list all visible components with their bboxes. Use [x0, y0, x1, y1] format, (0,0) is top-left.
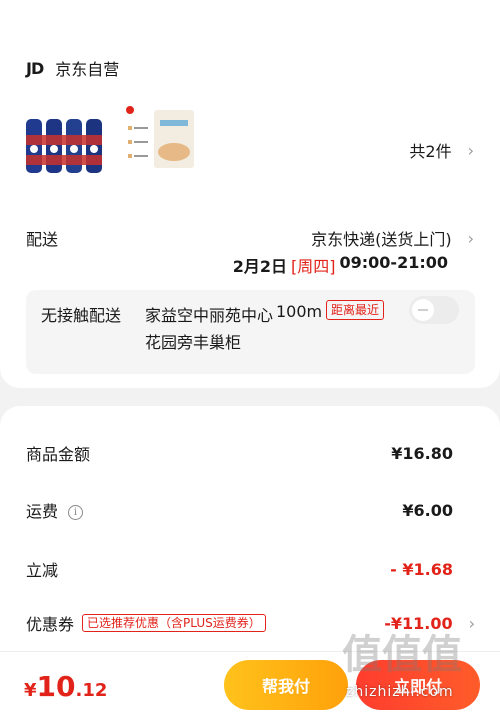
- coupon-label: 优惠券: [26, 615, 75, 634]
- product-quantity-row[interactable]: 共2件 ›: [409, 138, 474, 162]
- store-header: JD 京东自营: [26, 56, 119, 80]
- delivery-method-row[interactable]: 京东快递(送货上门) ›: [311, 226, 474, 250]
- coupon-row[interactable]: 优惠券 已选推荐优惠（含PLUS运费券） -¥11.00 ›: [26, 611, 475, 635]
- checkout-bar: ¥ 10 .12 帮我付 立即付: [0, 651, 500, 719]
- delivery-label: 配送: [26, 230, 59, 249]
- store-name: 京东自营: [55, 60, 120, 79]
- currency-symbol: ¥: [24, 680, 37, 701]
- coupon-right: -¥11.00 ›: [384, 614, 475, 633]
- coupon-label-wrap: 优惠券 已选推荐优惠（含PLUS运费券）: [26, 611, 266, 635]
- snack-product-image[interactable]: [122, 102, 196, 172]
- chevron-right-icon: ›: [467, 140, 474, 160]
- contactless-delivery-box: 无接触配送 家益空中丽苑中心花园旁丰巢柜 100m 距离最近: [26, 290, 475, 374]
- coupon-amount: -¥11.00: [384, 613, 453, 633]
- total-decimal: .12: [75, 680, 108, 701]
- coupon-tag: 已选推荐优惠（含PLUS运费券）: [82, 614, 266, 632]
- chevron-right-icon: ›: [468, 613, 475, 633]
- nearest-tag: 距离最近: [326, 300, 385, 320]
- info-icon[interactable]: i: [68, 505, 84, 520]
- shipping-label: 运费: [26, 502, 59, 521]
- product-quantity: 共2件: [409, 142, 452, 161]
- help-pay-button[interactable]: 帮我付: [224, 660, 348, 710]
- pepsi-product-image[interactable]: [24, 115, 110, 177]
- pay-now-button[interactable]: 立即付: [356, 660, 480, 710]
- shipping-amount: ¥6.00: [402, 500, 453, 520]
- goods-amount-label: 商品金额: [26, 445, 91, 464]
- shipping-row: 运费 i ¥6.00: [26, 498, 453, 522]
- total-price: ¥ 10 .12: [24, 670, 107, 703]
- delivery-time[interactable]: 2月2日 [周四] 09:00-21:00: [233, 253, 448, 277]
- contactless-toggle[interactable]: [409, 296, 459, 324]
- delivery-date: 2月2日: [232, 257, 287, 276]
- contactless-address: 家益空中丽苑中心花园旁丰巢柜: [145, 306, 274, 352]
- contactless-distance: 100m: [276, 302, 323, 321]
- chevron-right-icon: ›: [467, 228, 474, 248]
- delivery-weekday: [周四]: [291, 257, 336, 276]
- discount-amount: - ¥1.68: [390, 559, 453, 579]
- jd-logo-icon: JD: [26, 58, 44, 78]
- delivery-method: 京东快递(送货上门): [311, 230, 452, 249]
- discount-row: 立减 - ¥1.68: [26, 557, 453, 581]
- delivery-time-range: 09:00-21:00: [339, 253, 449, 272]
- discount-label: 立减: [26, 561, 59, 580]
- contactless-label: 无接触配送: [41, 306, 122, 325]
- total-integer: 10: [36, 670, 76, 703]
- toggle-knob: [412, 299, 434, 321]
- shipping-label-wrap: 运费 i: [26, 498, 84, 522]
- goods-amount-value: ¥16.80: [391, 443, 453, 463]
- goods-amount-row: 商品金额 ¥16.80: [26, 441, 453, 465]
